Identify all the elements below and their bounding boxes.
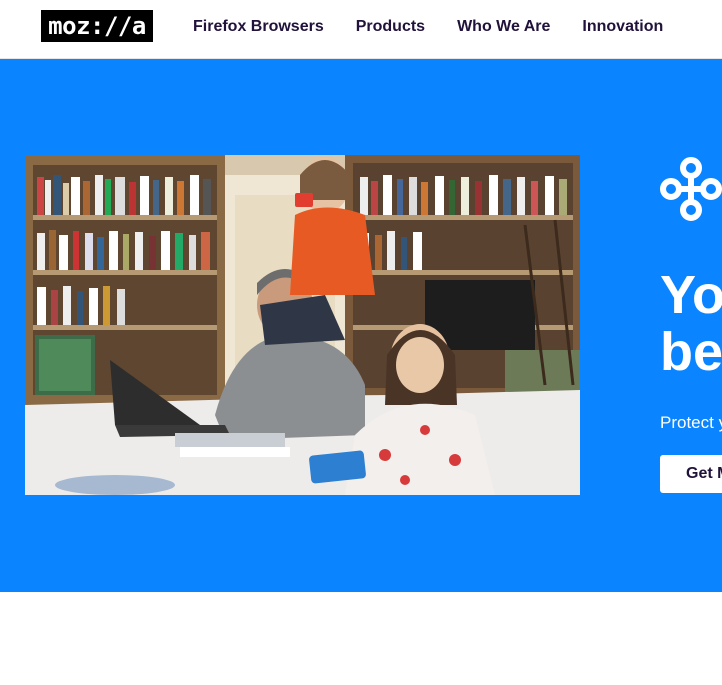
main-nav: Firefox Browsers Products Who We Are Inn…	[193, 0, 695, 54]
site-header: moz://a Firefox Browsers Products Who We…	[0, 0, 722, 59]
nav-who-we-are[interactable]: Who We Are	[457, 18, 550, 36]
hero-headline: Yo be	[660, 267, 722, 381]
vpn-nodes-icon	[660, 157, 722, 221]
headline-line-2: be	[660, 322, 722, 382]
nav-firefox-browsers[interactable]: Firefox Browsers	[193, 18, 324, 36]
hero-photo	[25, 155, 580, 495]
nav-products[interactable]: Products	[356, 18, 425, 36]
hero-subtext: Protect y	[660, 413, 722, 432]
mozilla-logo[interactable]: moz://a	[41, 10, 153, 42]
get-mozilla-vpn-button[interactable]: Get M	[660, 455, 722, 493]
hero-section: Yo be Protect y Get M	[0, 59, 722, 592]
headline-line-1: Yo	[660, 265, 722, 325]
nav-innovation[interactable]: Innovation	[582, 18, 663, 36]
